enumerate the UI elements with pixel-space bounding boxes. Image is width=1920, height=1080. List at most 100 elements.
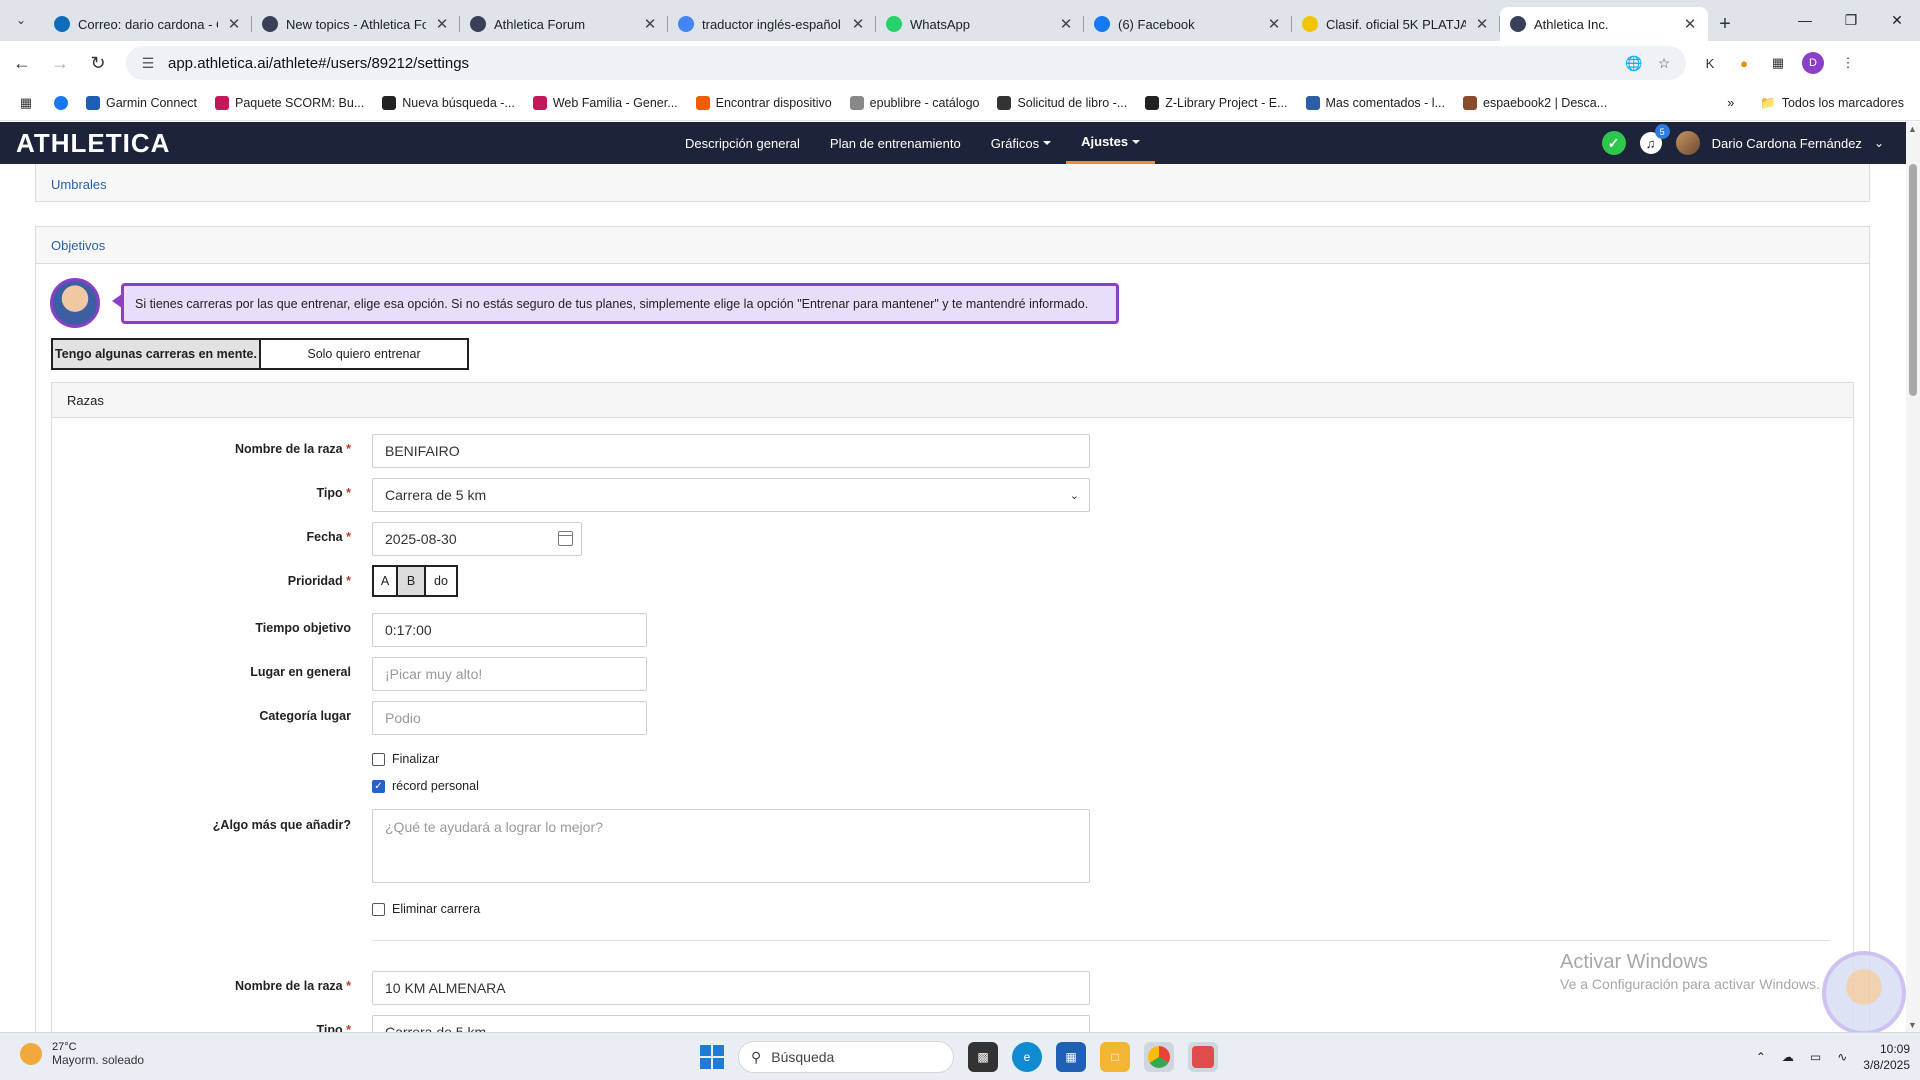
thresholds-panel-header[interactable]: Umbrales	[35, 164, 1870, 202]
chevron-down-icon[interactable]: ⌄	[1874, 136, 1884, 150]
task-view-icon[interactable]: ▩	[968, 1042, 998, 1072]
nav-menu-item[interactable]: Descripción general	[670, 122, 815, 164]
notes-textarea[interactable]: ¿Qué te ayudará a lograr lo mejor?	[372, 809, 1090, 883]
browser-tab[interactable]: Athletica Forum ✕	[460, 7, 668, 41]
browser-tab[interactable]: WhatsApp ✕	[876, 7, 1084, 41]
star-icon[interactable]: ☆	[1654, 55, 1674, 72]
browser-tab[interactable]: Athletica Inc. ✕	[1500, 7, 1708, 41]
close-window-button[interactable]: ✕	[1874, 0, 1920, 40]
bookmark-item[interactable]: Web Familia - Gener...	[532, 95, 678, 110]
pr-checkbox-row[interactable]: ✓ récord personal	[372, 779, 479, 793]
close-tab-icon[interactable]: ✕	[850, 15, 866, 33]
user-avatar[interactable]	[1675, 131, 1700, 155]
page-scrollbar[interactable]: ▲ ▼	[1906, 122, 1920, 1032]
system-clock[interactable]: 10:09 3/8/2025	[1863, 1041, 1910, 1073]
delete-race-label[interactable]: Eliminar carrera	[392, 902, 480, 916]
close-tab-icon[interactable]: ✕	[642, 15, 658, 33]
category-place-input[interactable]: Podio	[372, 701, 647, 735]
file-explorer-icon[interactable]: □	[1100, 1042, 1130, 1072]
bookmark-item[interactable]: espaebook2 | Desca...	[1463, 95, 1607, 110]
bookmark-item[interactable]: Nueva búsqueda -...	[382, 95, 515, 110]
address-bar[interactable]: ☰ app.athletica.ai/athlete#/users/89212/…	[126, 46, 1686, 80]
extensions-puzzle-icon[interactable]: ▦	[1768, 53, 1788, 73]
close-tab-icon[interactable]: ✕	[434, 15, 450, 33]
goals-panel-header[interactable]: Objetivos	[35, 226, 1870, 264]
scrollbar-thumb[interactable]	[1909, 164, 1917, 396]
minimize-button[interactable]: —	[1782, 0, 1828, 40]
finish-checkbox[interactable]	[372, 752, 385, 766]
edge-icon[interactable]: e	[1012, 1042, 1042, 1072]
browser-tab[interactable]: Clasif. oficial 5K PLATJA D ✕	[1292, 7, 1500, 41]
priority-option[interactable]: do	[424, 565, 458, 597]
athletica-logo[interactable]: ATHLETICA	[16, 128, 170, 159]
priority-option[interactable]: B	[396, 565, 426, 597]
close-tab-icon[interactable]: ✕	[1682, 15, 1698, 33]
pr-checkbox[interactable]: ✓	[372, 779, 385, 793]
calendar-icon[interactable]	[558, 531, 573, 546]
close-tab-icon[interactable]: ✕	[1058, 15, 1074, 33]
pr-label[interactable]: récord personal	[392, 779, 479, 793]
bookmark-item[interactable]: Garmin Connect	[86, 95, 197, 110]
race-type-select[interactable]: Carrera de 5 km ⌄	[372, 478, 1090, 512]
browser-tab[interactable]: traductor inglés-español - ✕	[668, 7, 876, 41]
tab-search-button[interactable]: ⌄	[4, 5, 38, 35]
profile-avatar[interactable]: D	[1802, 52, 1824, 74]
bookmark-item[interactable]: Solicitud de libro -...	[997, 95, 1127, 110]
site-settings-icon[interactable]: ☰	[138, 55, 158, 72]
thresholds-label[interactable]: Umbrales	[51, 177, 107, 192]
close-tab-icon[interactable]: ✕	[1474, 15, 1490, 33]
option-train-button[interactable]: Solo quiero entrenar	[259, 338, 469, 370]
bookmark-item[interactable]: Mas comentados - l...	[1305, 95, 1445, 110]
race2-type-select[interactable]: Carrera de 5 km ⌄	[372, 1015, 1090, 1032]
close-tab-icon[interactable]: ✕	[1266, 15, 1282, 33]
target-time-input[interactable]: 0:17:00	[372, 613, 647, 647]
notifications-button[interactable]: ♫ 5	[1638, 124, 1670, 156]
floating-coach-button[interactable]	[1822, 951, 1906, 1032]
feedback-app-icon[interactable]	[1188, 1042, 1218, 1072]
finish-label[interactable]: Finalizar	[392, 752, 439, 766]
back-button[interactable]: ←	[6, 47, 38, 79]
chrome-icon[interactable]	[1144, 1042, 1174, 1072]
race-date-input[interactable]: 2025-08-30	[372, 522, 582, 556]
overall-place-input[interactable]: ¡Picar muy alto!	[372, 657, 647, 691]
nav-menu-item[interactable]: Plan de entrenamiento	[815, 122, 976, 164]
goals-label[interactable]: Objetivos	[51, 238, 105, 253]
race2-name-input[interactable]: 10 KM ALMENARA	[372, 971, 1090, 1005]
nav-menu-item[interactable]: Ajustes	[1066, 122, 1156, 164]
translate-icon[interactable]: 🌐	[1624, 55, 1644, 72]
url-text[interactable]: app.athletica.ai/athlete#/users/89212/se…	[168, 55, 1614, 72]
browser-tab[interactable]: Correo: dario cardona - O ✕	[44, 7, 252, 41]
nav-menu-item[interactable]: Gráficos	[976, 122, 1066, 164]
taskbar-search[interactable]: ⚲ Búsqueda	[738, 1041, 954, 1073]
weather-widget[interactable]: 27°C Mayorm. soleado	[20, 1041, 144, 1067]
scroll-up-arrow[interactable]: ▲	[1908, 124, 1917, 134]
apps-grid-icon[interactable]: ▦	[16, 93, 36, 113]
bookmark-item[interactable]: Z-Library Project - E...	[1145, 95, 1288, 110]
browser-tab[interactable]: New topics - Athletica For ✕	[252, 7, 460, 41]
bookmark-item[interactable]: Paquete SCORM: Bu...	[215, 95, 364, 110]
user-name[interactable]: Dario Cardona Fernández	[1712, 136, 1862, 151]
new-tab-button[interactable]: +	[1708, 7, 1742, 41]
network-icon[interactable]: ∿	[1837, 1050, 1847, 1064]
store-icon[interactable]: ▦	[1056, 1042, 1086, 1072]
close-tab-icon[interactable]: ✕	[226, 15, 242, 33]
delete-race-checkbox[interactable]	[372, 902, 385, 916]
cloud-icon[interactable]: ☁	[1782, 1050, 1794, 1064]
browser-tab[interactable]: (6) Facebook ✕	[1084, 7, 1292, 41]
forward-button[interactable]: →	[44, 47, 76, 79]
chevron-up-icon[interactable]: ⌃	[1756, 1050, 1766, 1064]
scroll-down-arrow[interactable]: ▼	[1908, 1020, 1917, 1030]
display-icon[interactable]: ▭	[1810, 1050, 1821, 1064]
option-races-button[interactable]: Tengo algunas carreras en mente.	[51, 338, 261, 370]
race-name-input[interactable]: BENIFAIRO	[372, 434, 1090, 468]
windows-start-icon[interactable]	[700, 1045, 724, 1069]
menu-dots-icon[interactable]: ⋮	[1838, 53, 1858, 73]
priority-option[interactable]: A	[372, 565, 398, 597]
kindle-extension-icon[interactable]: K	[1700, 53, 1720, 73]
restore-button[interactable]: ❐	[1828, 0, 1874, 40]
delete-race-row[interactable]: Eliminar carrera	[372, 902, 480, 916]
reload-button[interactable]: ↻	[82, 47, 114, 79]
bookmark-item[interactable]: epublibre - catálogo	[849, 95, 979, 110]
more-bookmarks-button[interactable]: »	[1727, 96, 1734, 110]
all-bookmarks-folder[interactable]: 📁 Todos los marcadores	[1760, 96, 1904, 111]
